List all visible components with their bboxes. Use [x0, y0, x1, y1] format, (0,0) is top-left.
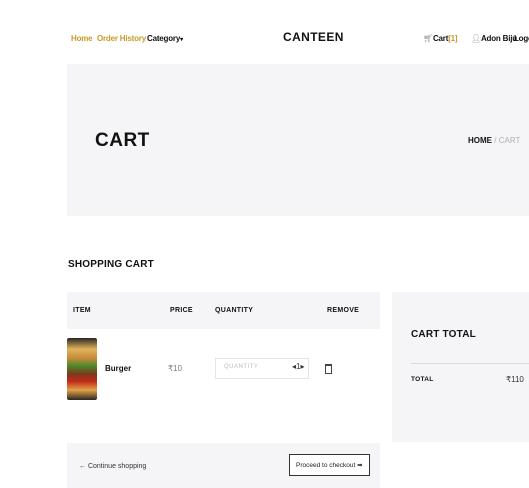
nav-category-dropdown[interactable]: Category▾ — [147, 34, 183, 43]
item-price: ₹10 — [168, 364, 182, 373]
nav-cart-link[interactable]: 🛒︎Cart[1] — [423, 34, 458, 43]
total-value: ₹110 — [506, 375, 524, 384]
item-name: Burger — [105, 364, 132, 373]
quantity-input[interactable]: QUANTITY ◂1▸ — [215, 358, 309, 379]
cart-icon: 🛒︎ — [423, 34, 433, 43]
page-title: CART — [95, 130, 150, 151]
breadcrumb-home-link[interactable]: HOME — [468, 136, 492, 145]
cart-total-heading: CART TOTAL — [411, 329, 476, 340]
trash-icon[interactable] — [325, 364, 332, 374]
cart-table-footer: ← Continue shopping Proceed to checkout … — [67, 443, 380, 488]
column-header-remove: REMOVE — [327, 307, 360, 314]
quantity-placeholder: QUANTITY — [224, 364, 259, 370]
nav-category-label: Category — [147, 34, 181, 43]
cart-count-badge: [1] — [448, 34, 458, 43]
burger-image — [67, 338, 97, 400]
page-hero: CART HOME / CART — [67, 64, 529, 216]
divider — [411, 363, 529, 364]
nav-cart-label: Cart — [432, 34, 449, 43]
checkout-button-label: Proceed to checkout ➡ — [296, 462, 363, 469]
nav-user-link[interactable]: 👤︎Adon Biju — [471, 34, 517, 43]
breadcrumb: HOME / CART — [468, 136, 520, 145]
nav-order-history-link[interactable]: Order History — [97, 34, 146, 43]
cart-total-panel: CART TOTAL TOTAL ₹110 — [392, 292, 529, 442]
total-label: TOTAL — [411, 376, 434, 383]
breadcrumb-current: CART — [498, 136, 521, 145]
user-icon: 👤︎ — [471, 34, 481, 43]
proceed-to-checkout-button[interactable]: Proceed to checkout ➡ — [289, 454, 370, 476]
nav-user-name: Adon Biju — [480, 34, 517, 43]
quantity-stepper[interactable]: ◂1▸ — [292, 362, 304, 371]
nav-logout-link[interactable]: Logo — [514, 34, 529, 43]
chevron-down-icon: ▾ — [180, 37, 183, 43]
column-header-price: PRICE — [170, 307, 193, 314]
column-header-quantity: QUANTITY — [215, 307, 254, 314]
cart-table-header: ITEM PRICE QUANTITY REMOVE — [67, 292, 380, 329]
brand-logo[interactable]: CANTEEN — [283, 30, 344, 44]
column-header-item: ITEM — [73, 307, 91, 314]
breadcrumb-separator: / — [494, 136, 497, 145]
continue-shopping-link[interactable]: ← Continue shopping — [79, 463, 146, 470]
shopping-cart-heading: SHOPPING CART — [68, 259, 154, 270]
nav-home-link[interactable]: Home — [71, 34, 93, 43]
